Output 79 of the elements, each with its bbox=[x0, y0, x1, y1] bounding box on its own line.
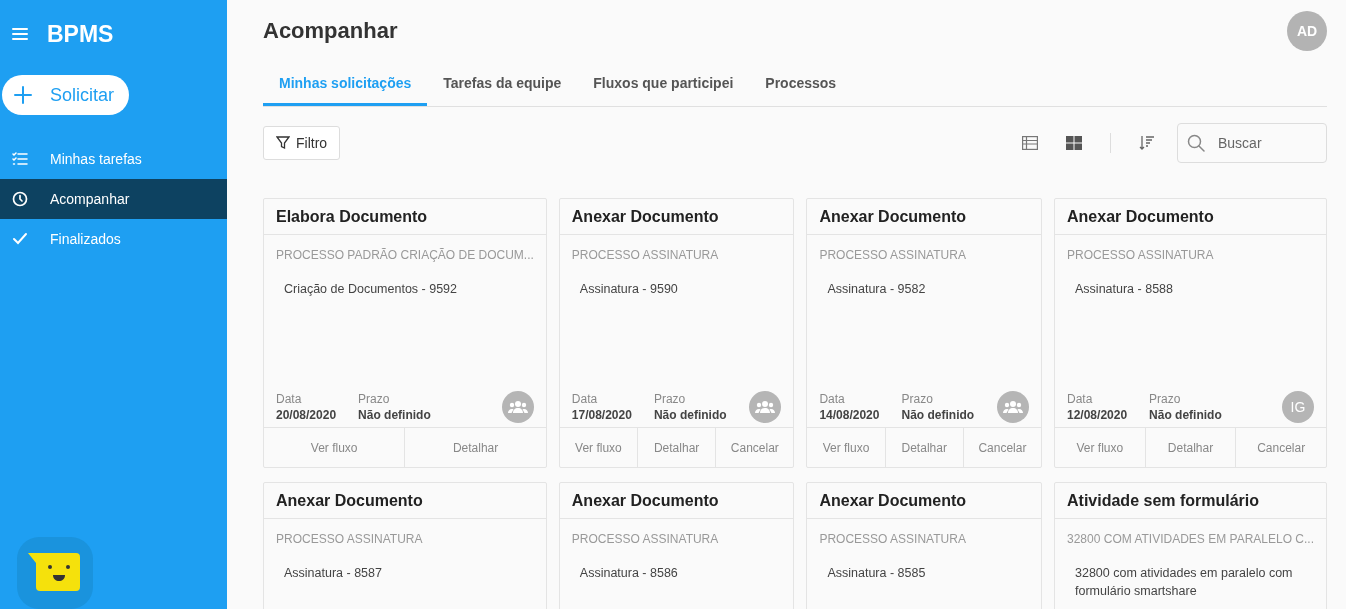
menu-icon[interactable] bbox=[12, 27, 28, 41]
deadline-value: Não definido bbox=[901, 408, 975, 422]
tab[interactable]: Tarefas da equipe bbox=[427, 62, 578, 106]
group-avatar bbox=[501, 391, 534, 423]
card-title: Anexar Documento bbox=[1055, 199, 1326, 235]
deadline-value: Não definido bbox=[358, 408, 431, 422]
process-name: PROCESSO ASSINATURA bbox=[1066, 247, 1215, 262]
search-field[interactable]: Buscar bbox=[1177, 123, 1327, 163]
plus-icon bbox=[14, 86, 32, 104]
deadline-value: Não definido bbox=[653, 408, 727, 422]
field-label: Data bbox=[276, 392, 303, 406]
group-avatar bbox=[997, 391, 1029, 423]
sidebar-item[interactable]: Finalizados bbox=[0, 219, 227, 259]
page-title: Acompanhar bbox=[263, 18, 398, 44]
card-title: Anexar Documento bbox=[559, 483, 794, 519]
card-description: Assinatura - 8587 bbox=[283, 565, 383, 582]
sidebar-item[interactable]: Minhas tarefas bbox=[0, 139, 227, 179]
process-name: PROCESSO ASSINATURA bbox=[570, 247, 720, 262]
field-label: Data bbox=[1067, 392, 1094, 406]
field-label: Data bbox=[819, 392, 846, 406]
grid-icon bbox=[1066, 136, 1082, 150]
card-description: Assinatura - 9582 bbox=[826, 281, 927, 298]
table-icon bbox=[1022, 136, 1038, 150]
process-name: PROCESSO ASSINATURA bbox=[818, 247, 967, 262]
card-action-button[interactable]: Cancelar bbox=[962, 428, 1041, 467]
card-description: 32800 com atividades em paralelo com formulário smartshare bbox=[1074, 565, 1294, 600]
clock-icon bbox=[12, 191, 28, 207]
card-title: Elabora Documento bbox=[264, 199, 546, 235]
date-value: 17/08/2020 bbox=[571, 408, 632, 422]
process-name: PROCESSO ASSINATURA bbox=[275, 531, 424, 546]
card-title: Anexar Documento bbox=[807, 483, 1041, 519]
field-label: Data bbox=[571, 392, 599, 406]
user-avatar[interactable]: AD bbox=[1287, 11, 1327, 51]
sidebar-item[interactable]: Acompanhar bbox=[0, 179, 227, 219]
date-value: 12/08/2020 bbox=[1067, 408, 1128, 422]
check-icon bbox=[12, 232, 28, 246]
card-action-button[interactable]: Ver fluxo bbox=[1055, 428, 1145, 467]
filter-icon bbox=[276, 136, 290, 150]
deadline-value: Não definido bbox=[1149, 408, 1222, 422]
card-title: Anexar Documento bbox=[264, 483, 546, 519]
user-avatar: IG bbox=[1282, 391, 1314, 423]
request-button[interactable]: Solicitar bbox=[2, 75, 129, 115]
process-name: 32800 COM ATIVIDADES EM PARALELO C... bbox=[1066, 531, 1315, 546]
card-description: Assinatura - 8586 bbox=[578, 565, 679, 582]
group-avatar bbox=[749, 391, 782, 423]
field-label: Prazo bbox=[901, 392, 934, 406]
card-action-button[interactable]: Ver fluxo bbox=[264, 428, 405, 467]
search-icon bbox=[1187, 134, 1205, 152]
card-title: Anexar Documento bbox=[807, 199, 1041, 235]
card-title: Anexar Documento bbox=[559, 199, 794, 235]
card-action-button[interactable]: Detalhar bbox=[1144, 428, 1236, 467]
sort-icon bbox=[1139, 135, 1155, 151]
card-action-button[interactable]: Cancelar bbox=[715, 428, 794, 467]
chat-bot-icon[interactable] bbox=[17, 537, 93, 609]
filter-button[interactable]: Filtro bbox=[263, 126, 341, 160]
date-value: 20/08/2020 bbox=[276, 408, 337, 422]
card-action-button[interactable]: Detalhar bbox=[884, 428, 963, 467]
card-action-button[interactable]: Detalhar bbox=[637, 428, 716, 467]
field-label: Prazo bbox=[1149, 392, 1182, 406]
card-action-button[interactable]: Ver fluxo bbox=[807, 428, 885, 467]
card-description: Assinatura - 8588 bbox=[1074, 281, 1174, 298]
tab[interactable]: Fluxos que participei bbox=[577, 62, 750, 106]
checklist-icon bbox=[12, 152, 28, 166]
field-label: Prazo bbox=[358, 392, 391, 406]
tab[interactable]: Minhas solicitações bbox=[263, 62, 428, 106]
app-title: BPMS bbox=[47, 20, 114, 48]
card-description: Assinatura - 8585 bbox=[826, 565, 927, 582]
process-name: PROCESSO PADRÃO CRIAÇÃO DE DOCUM... bbox=[275, 247, 535, 262]
date-value: 14/08/2020 bbox=[819, 408, 880, 422]
field-label: Prazo bbox=[653, 392, 687, 406]
card-action-button[interactable]: Cancelar bbox=[1235, 428, 1326, 467]
card-title: Atividade sem formulário bbox=[1055, 483, 1326, 519]
card-description: Assinatura - 9590 bbox=[578, 281, 679, 298]
tab[interactable]: Processos bbox=[749, 62, 853, 106]
card-action-button[interactable]: Ver fluxo bbox=[559, 428, 637, 467]
card-description: Criação de Documentos - 9592 bbox=[283, 281, 458, 298]
process-name: PROCESSO ASSINATURA bbox=[570, 531, 720, 546]
card-action-button[interactable]: Detalhar bbox=[404, 428, 546, 467]
process-name: PROCESSO ASSINATURA bbox=[818, 531, 967, 546]
